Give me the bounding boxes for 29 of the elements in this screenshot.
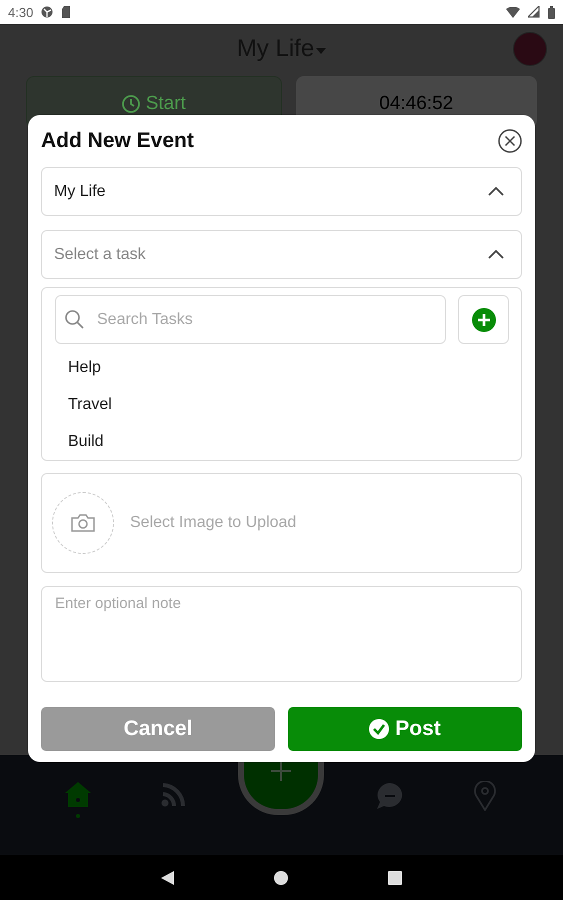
note-field[interactable]: Enter optional note	[41, 586, 522, 682]
check-circle-icon	[369, 719, 390, 739]
dialog-title: Add New Event	[41, 129, 194, 153]
add-task-button[interactable]	[458, 295, 509, 344]
task-option[interactable]: Build	[55, 423, 104, 460]
status-time: 4:30	[8, 4, 34, 20]
recents-icon[interactable]	[388, 870, 402, 884]
category-dropdown[interactable]: My Life	[41, 167, 522, 216]
close-icon[interactable]	[498, 129, 522, 153]
camera-icon	[71, 513, 95, 533]
chevron-up-icon[interactable]	[488, 249, 504, 260]
cancel-button[interactable]: Cancel	[41, 707, 275, 751]
image-upload-area[interactable]: Select Image to Upload	[41, 473, 522, 573]
plus-circle-icon	[472, 308, 496, 332]
search-field[interactable]: Search Tasks	[55, 295, 446, 344]
task-option[interactable]: Travel	[55, 386, 112, 424]
back-icon[interactable]	[161, 870, 174, 884]
task-dropdown[interactable]: Select a task	[41, 230, 522, 279]
post-button[interactable]: Post	[288, 707, 522, 751]
signal-icon	[528, 6, 540, 18]
task-option[interactable]: Help	[55, 350, 101, 387]
plus-icon	[271, 761, 292, 781]
wifi-icon	[506, 6, 520, 18]
battery-icon	[548, 6, 555, 18]
home-circle-icon[interactable]	[274, 870, 288, 884]
sd-card-icon	[61, 6, 72, 18]
chevron-up-icon[interactable]	[488, 186, 504, 197]
clock-icon	[122, 94, 140, 112]
search-icon	[65, 310, 84, 329]
